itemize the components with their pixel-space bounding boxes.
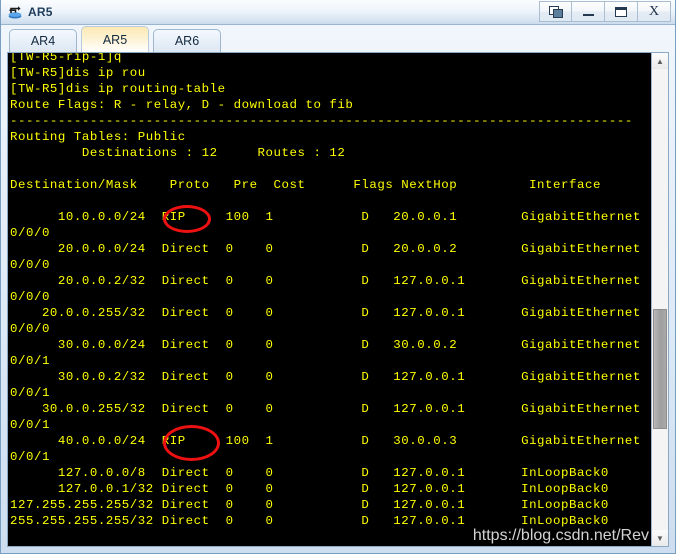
- minimize-button[interactable]: [572, 1, 605, 22]
- minimize-icon: [582, 14, 594, 16]
- close-icon: X: [648, 3, 660, 19]
- terminal-panel: [TW-R5-rip-1]q [TW-R5]dis ip rou [TW-R5]…: [7, 52, 669, 547]
- tab-ar6-label: AR6: [174, 34, 200, 48]
- terminal-scrollbar[interactable]: ▲ ▼: [651, 53, 668, 546]
- terminal-console[interactable]: [TW-R5-rip-1]q [TW-R5]dis ip rou [TW-R5]…: [8, 53, 651, 546]
- tab-ar4[interactable]: AR4: [9, 29, 77, 52]
- device-tab-strip: AR4 AR5 AR6: [1, 25, 675, 52]
- maximize-button[interactable]: [605, 1, 638, 22]
- watermark: https://blog.csdn.net/Rev: [472, 527, 649, 544]
- window-title-bar: AR5 X: [1, 0, 675, 25]
- restore-icon: [549, 6, 563, 18]
- scrollbar-thumb[interactable]: [653, 308, 667, 429]
- scroll-up-arrow-icon[interactable]: ▲: [652, 53, 668, 69]
- window-controls: X: [539, 1, 671, 22]
- scrollbar-track[interactable]: [652, 69, 668, 530]
- router-icon: [6, 3, 24, 21]
- ar5-router-window: AR5 X AR4 AR5 AR6 [TW-R5-rip-1]q [TW-R5]…: [0, 0, 676, 554]
- tab-ar6[interactable]: AR6: [153, 29, 221, 52]
- restore-button[interactable]: [539, 1, 572, 22]
- tab-ar5[interactable]: AR5: [81, 26, 149, 52]
- terminal-output: [TW-R5-rip-1]q [TW-R5]dis ip rou [TW-R5]…: [10, 53, 641, 528]
- close-button[interactable]: X: [638, 1, 671, 22]
- window-title: AR5: [28, 5, 53, 19]
- maximize-icon: [615, 6, 627, 17]
- tab-ar4-label: AR4: [30, 34, 56, 48]
- tab-ar5-label: AR5: [102, 32, 128, 47]
- scroll-down-arrow-icon[interactable]: ▼: [652, 530, 668, 546]
